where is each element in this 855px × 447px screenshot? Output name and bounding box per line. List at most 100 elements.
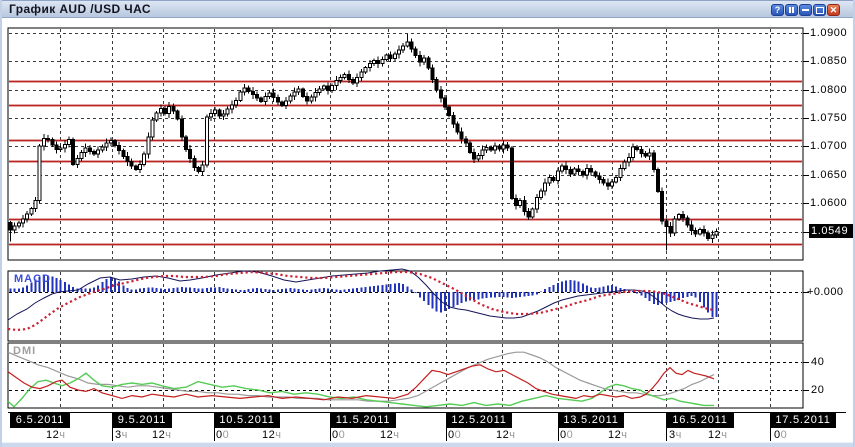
price-tick-label: 1.0600: [810, 196, 848, 209]
candle-up: [547, 176, 552, 184]
candle-up: [242, 87, 247, 93]
price-tick-label: 1.0750: [810, 111, 848, 124]
candle-up: [79, 151, 84, 160]
candle-up: [647, 152, 652, 157]
candle-up: [108, 140, 113, 144]
date-box: 17.5.2011: [770, 413, 836, 428]
candle-down: [346, 73, 351, 80]
candle-down: [8, 222, 13, 231]
candle-down: [455, 123, 460, 133]
candle-up: [539, 190, 544, 199]
candle-up: [62, 144, 67, 149]
candle-up: [480, 149, 485, 156]
candle-up: [710, 234, 715, 239]
candle-up: [83, 147, 88, 153]
candle-up: [321, 85, 326, 90]
candle-down: [259, 97, 264, 102]
candle-down: [175, 110, 180, 120]
candle-down: [117, 145, 122, 152]
date-box: 9.5.2011: [112, 413, 172, 428]
candle-down: [129, 160, 134, 167]
candle-up: [58, 147, 63, 151]
candle-down: [488, 146, 493, 151]
candle-up: [422, 57, 427, 63]
candle-down: [472, 151, 477, 160]
candle-up: [221, 113, 226, 117]
candle-up: [150, 119, 155, 138]
candle-down: [513, 197, 518, 207]
date-box: 6.5.2011: [10, 413, 70, 428]
candle-up: [267, 92, 272, 97]
candle-down: [46, 137, 51, 140]
candle-down: [192, 158, 197, 169]
time-label: 00: [560, 429, 574, 441]
price-tick-label: 1.0800: [810, 83, 848, 96]
candle-up: [309, 96, 314, 102]
candle-down: [580, 171, 585, 176]
candle-up: [626, 157, 631, 163]
candle-down: [522, 200, 527, 212]
candle-down: [639, 149, 644, 155]
candle-down: [92, 150, 97, 155]
dmi-tick-label: 40: [811, 356, 825, 368]
candle-down: [413, 48, 418, 57]
candle-down: [651, 152, 656, 170]
candle-down: [87, 147, 92, 152]
candle-up: [405, 41, 410, 47]
candle-up: [263, 95, 268, 102]
candle-down: [121, 150, 126, 157]
candle-down: [693, 230, 698, 235]
date-box: 13.5.2011: [558, 413, 624, 428]
candle-up: [200, 164, 205, 173]
candle-up: [33, 200, 38, 209]
candle-up: [676, 214, 681, 220]
current-price-badge: 1.0549: [809, 224, 853, 238]
candle-up: [614, 176, 619, 183]
candle-down: [605, 182, 610, 187]
candle-up: [484, 146, 489, 151]
candle-up: [313, 91, 318, 98]
candle-down: [196, 167, 201, 173]
candle-down: [438, 89, 443, 99]
candle-up: [138, 163, 143, 170]
candle-down: [601, 179, 606, 184]
candle-up: [334, 80, 339, 87]
candle-up: [630, 146, 635, 159]
candle-up: [493, 145, 498, 151]
candle-down: [635, 146, 640, 151]
candle-up: [714, 231, 719, 236]
candle-up: [380, 59, 385, 65]
time-label: 00: [216, 429, 230, 441]
candle-up: [288, 95, 293, 102]
candle-down: [171, 106, 176, 112]
candle-up: [401, 45, 406, 51]
candle-up: [342, 73, 347, 79]
candle-down: [589, 167, 594, 173]
price-chart-svg[interactable]: [2, 0, 855, 447]
candle-up: [584, 167, 589, 176]
price-tick-label: 1.0900: [810, 27, 848, 39]
time-label: 00: [774, 429, 788, 441]
candle-up: [622, 161, 627, 169]
candle-down: [656, 168, 661, 192]
candle-down: [271, 92, 276, 99]
candle-up: [572, 168, 577, 175]
candle-down: [50, 138, 55, 146]
candle-up: [29, 207, 34, 215]
time-label: 12ч: [496, 429, 516, 441]
candle-up: [16, 222, 21, 227]
candle-up: [146, 136, 151, 155]
macd-zero-label: +0.000: [807, 286, 844, 298]
candle-down: [451, 115, 456, 125]
candle-up: [292, 91, 297, 97]
candle-down: [71, 138, 76, 165]
candle-up: [209, 112, 214, 118]
candle-up: [284, 100, 289, 106]
candle-down: [505, 144, 510, 149]
time-label: 3ч: [669, 429, 682, 441]
candle-down: [685, 217, 690, 226]
candle-down: [597, 175, 602, 181]
candle-down: [376, 60, 381, 65]
candle-down: [217, 109, 222, 117]
candle-up: [234, 99, 239, 106]
